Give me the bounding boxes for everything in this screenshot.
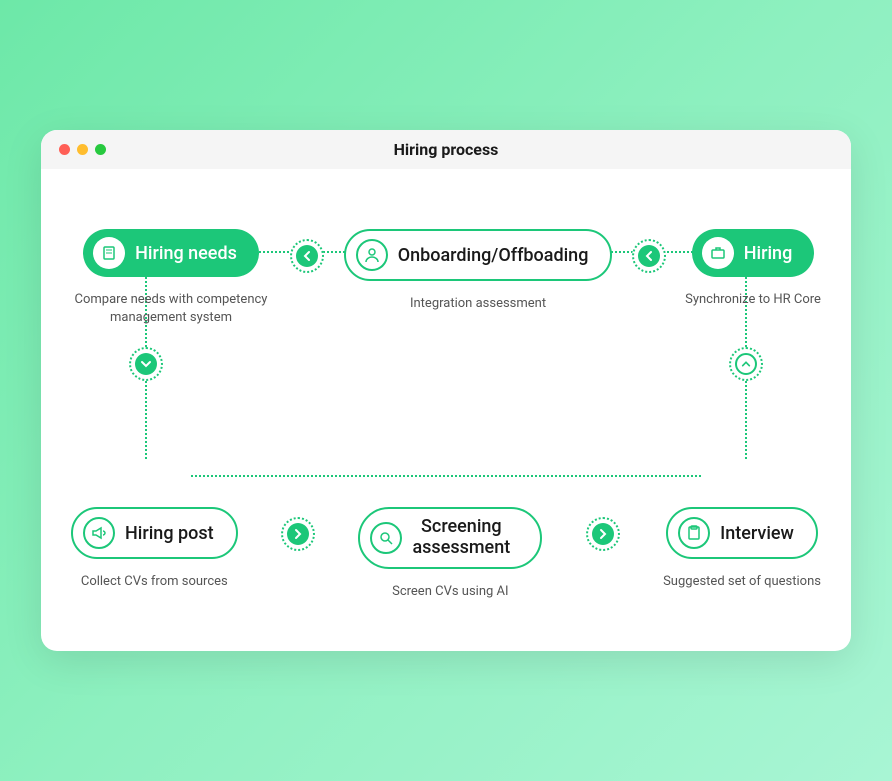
titlebar: Hiring process: [41, 130, 851, 169]
row-top: Hiring needs Compare needs with competen…: [71, 229, 821, 327]
pill-label: Interview: [720, 523, 794, 544]
pill-hiring-needs[interactable]: Hiring needs: [83, 229, 259, 277]
window-title: Hiring process: [394, 140, 499, 159]
pill-label: Hiring needs: [135, 243, 237, 264]
clipboard-icon: [678, 517, 710, 549]
node-onboarding: Onboarding/Offboading Integration assess…: [344, 229, 613, 313]
pill-hiring-post[interactable]: Hiring post: [71, 507, 238, 559]
arrow-up: [729, 347, 763, 381]
node-sub: Screen CVs using AI: [392, 583, 508, 601]
pill-label: Hiring: [744, 243, 793, 264]
arrow-left: [290, 239, 324, 273]
search-icon: [370, 522, 402, 554]
node-sub: Suggested set of questions: [663, 573, 821, 591]
pill-screening[interactable]: Screeningassessment: [358, 507, 542, 568]
briefcase-icon: [702, 237, 734, 269]
node-sub: Compare needs with competency management…: [71, 291, 271, 327]
pill-interview[interactable]: Interview: [666, 507, 818, 559]
arrow-right: [586, 517, 620, 551]
maximize-dot[interactable]: [95, 144, 106, 155]
node-hiring-post: Hiring post Collect CVs from sources: [71, 507, 238, 591]
connector-line: [191, 475, 701, 477]
node-screening: Screeningassessment Screen CVs using AI: [358, 507, 542, 601]
node-sub: Integration assessment: [410, 295, 546, 313]
node-sub: Synchronize to HR Core: [685, 291, 821, 309]
arrow-right: [281, 517, 315, 551]
pill-onboarding[interactable]: Onboarding/Offboading: [344, 229, 613, 281]
node-hiring: Hiring Synchronize to HR Core: [685, 229, 821, 309]
pill-label: Onboarding/Offboading: [398, 245, 589, 266]
node-interview: Interview Suggested set of questions: [663, 507, 821, 591]
minimize-dot[interactable]: [77, 144, 88, 155]
diagram-canvas: Hiring needs Compare needs with competen…: [41, 169, 851, 651]
pill-hiring[interactable]: Hiring: [692, 229, 815, 277]
node-hiring-needs: Hiring needs Compare needs with competen…: [71, 229, 271, 327]
window-controls: [59, 144, 106, 155]
megaphone-icon: [83, 517, 115, 549]
pill-label: Hiring post: [125, 523, 214, 544]
pill-label: Screeningassessment: [412, 517, 510, 558]
arrow-down: [129, 347, 163, 381]
user-icon: [356, 239, 388, 271]
close-dot[interactable]: [59, 144, 70, 155]
document-icon: [93, 237, 125, 269]
arrow-left: [632, 239, 666, 273]
node-sub: Collect CVs from sources: [81, 573, 228, 591]
window-card: Hiring process Hiring needs: [41, 130, 851, 651]
row-bottom: Hiring post Collect CVs from sources Scr…: [71, 507, 821, 601]
